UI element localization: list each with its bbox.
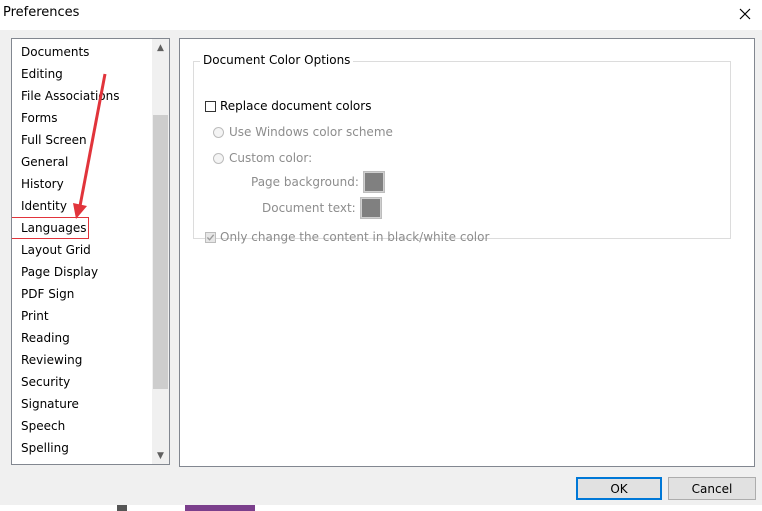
category-item-file-associations[interactable]: File Associations [12, 85, 152, 107]
document-text-row: Document text: [262, 197, 382, 219]
scroll-up-button[interactable]: ▲ [152, 39, 169, 56]
category-list[interactable]: Documents Editing File Associations Forms Fu… [11, 38, 170, 465]
category-item-speech[interactable]: Speech [12, 415, 152, 437]
title-bar: Preferences [0, 0, 762, 30]
use-windows-color-scheme-radio[interactable]: Use Windows color scheme [213, 125, 393, 139]
page-background-color-swatch[interactable] [362, 171, 385, 193]
category-item-layout-grid[interactable]: Layout Grid [12, 239, 152, 261]
custom-color-radio[interactable]: Custom color: [213, 151, 312, 165]
category-item-general[interactable]: General [12, 151, 152, 173]
checkbox-box[interactable] [205, 100, 216, 112]
category-item-reviewing[interactable]: Reviewing [12, 349, 152, 371]
category-item-editing[interactable]: Editing [12, 63, 152, 85]
custom-color-label: Custom color: [229, 151, 313, 165]
checkmark-icon [206, 233, 215, 241]
close-button[interactable] [728, 0, 762, 28]
category-item-reading[interactable]: Reading [12, 327, 152, 349]
chevron-up-icon: ▲ [157, 42, 164, 53]
cancel-button[interactable]: Cancel [668, 477, 756, 500]
category-item-languages[interactable]: Languages [12, 217, 89, 239]
category-item-forms[interactable]: Forms [12, 107, 152, 129]
category-item-identity[interactable]: Identity [12, 195, 152, 217]
replace-document-colors-checkbox[interactable]: Replace document colors [205, 99, 371, 113]
category-item-signature[interactable]: Signature [12, 393, 152, 415]
scroll-thumb[interactable] [153, 115, 168, 389]
close-icon [739, 8, 751, 20]
page-background-row: Page background: [251, 171, 385, 193]
category-list-items: Documents Editing File Associations Forms Fu… [12, 41, 152, 459]
only-black-white-checkbox[interactable]: Only change the content in black/white c… [205, 230, 489, 244]
ok-button-label: OK [610, 481, 628, 496]
radio-circle[interactable] [213, 152, 224, 164]
category-item-documents[interactable]: Documents [12, 41, 152, 63]
category-item-spelling[interactable]: Spelling [12, 437, 152, 459]
dialog-title: Preferences [3, 5, 80, 20]
scroll-down-button[interactable]: ▼ [152, 447, 169, 464]
category-scrollbar[interactable]: ▲ ▼ [152, 39, 169, 464]
page-background-label: Page background: [251, 175, 359, 189]
background-fragment [185, 505, 255, 511]
ok-button[interactable]: OK [576, 477, 662, 500]
preferences-dialog: Preferences Documents Editing File Associa… [0, 0, 762, 511]
use-windows-color-scheme-label: Use Windows color scheme [229, 125, 393, 139]
replace-document-colors-label: Replace document colors [220, 99, 372, 113]
background-window-strip [0, 505, 762, 511]
category-item-history[interactable]: History [12, 173, 152, 195]
category-item-security[interactable]: Security [12, 371, 152, 393]
category-item-print[interactable]: Print [12, 305, 152, 327]
group-title: Document Color Options [200, 53, 354, 67]
background-fragment [117, 505, 127, 511]
cancel-button-label: Cancel [691, 481, 733, 496]
category-item-pdf-sign[interactable]: PDF Sign [12, 283, 152, 305]
document-text-color-swatch[interactable] [359, 197, 382, 219]
checkbox-box[interactable] [205, 231, 216, 243]
radio-circle[interactable] [213, 126, 224, 138]
settings-panel: Document Color Options Replace document … [179, 38, 755, 467]
chevron-down-icon: ▼ [157, 450, 164, 461]
category-item-full-screen[interactable]: Full Screen [12, 129, 152, 151]
document-color-options-group: Document Color Options Replace document … [193, 53, 731, 244]
category-item-page-display[interactable]: Page Display [12, 261, 152, 283]
only-black-white-label: Only change the content in black/white c… [220, 230, 490, 244]
document-text-label: Document text: [262, 201, 356, 215]
